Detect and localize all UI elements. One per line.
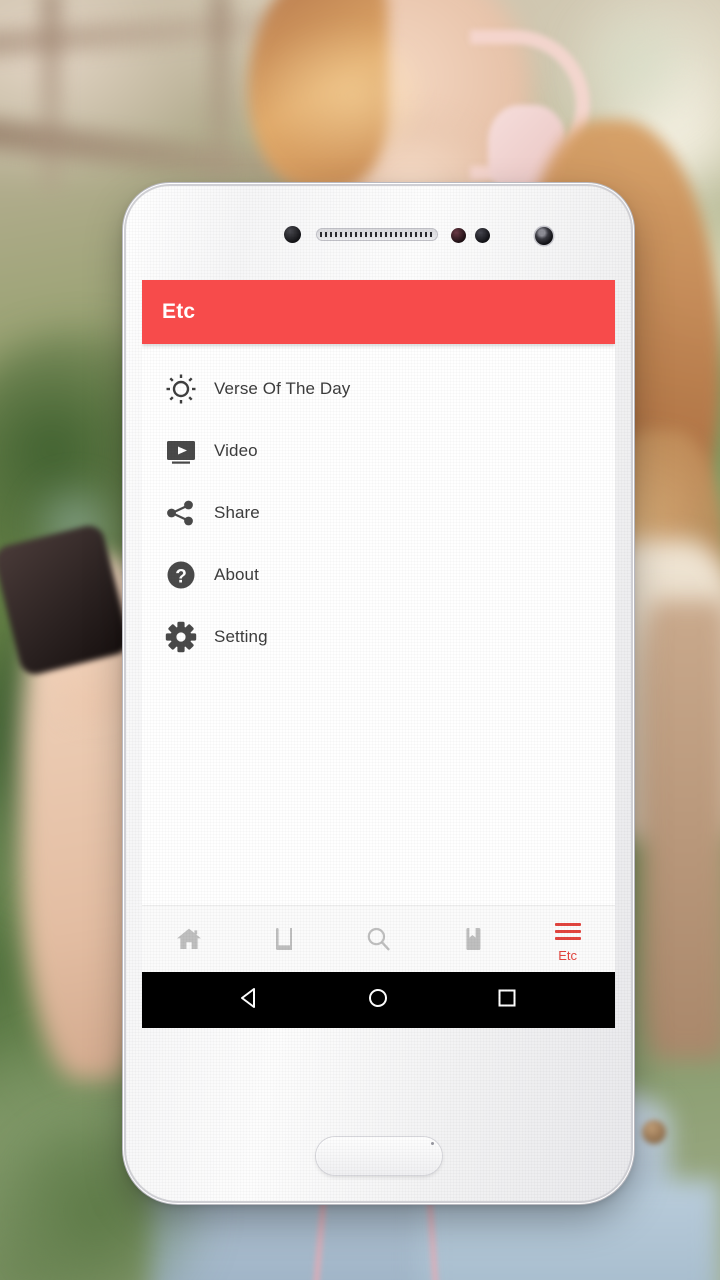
physical-home-button[interactable]: [315, 1137, 442, 1175]
bottom-tab-bar: Etc: [142, 905, 615, 972]
screenshot-root: Etc Verse Of The Day Video Share ? About…: [0, 0, 720, 1280]
menu-item-label: Video: [214, 441, 258, 460]
menu-item-label: Verse Of The Day: [214, 379, 351, 398]
menu-item-label: Share: [214, 503, 260, 522]
menu-item-setting[interactable]: Setting: [142, 606, 615, 668]
app-bar: Etc: [142, 280, 615, 344]
video-icon: [160, 430, 202, 472]
etc-menu-list: Verse Of The Day Video Share ? About Set…: [142, 344, 615, 905]
svg-text:?: ?: [175, 567, 187, 588]
front-sensors-icon: [451, 228, 490, 243]
device-screen: Etc Verse Of The Day Video Share ? About…: [142, 280, 615, 1028]
gear-icon: [160, 616, 202, 658]
bookmark-icon: [459, 924, 487, 954]
tab-book[interactable]: [237, 906, 332, 972]
android-navigation-bar: [142, 972, 615, 1028]
tab-etc-label: Etc: [558, 948, 578, 963]
recents-square-icon[interactable]: [494, 985, 520, 1016]
menu-item-label: Setting: [214, 627, 268, 646]
sun-icon: [160, 368, 202, 410]
search-icon: [364, 924, 392, 954]
share-icon: [160, 492, 202, 534]
home-icon: [175, 924, 203, 954]
back-triangle-icon[interactable]: [237, 985, 263, 1016]
front-camera-icon: [535, 227, 553, 245]
tab-search[interactable]: [331, 906, 426, 972]
smartphone-device: Etc Verse Of The Day Video Share ? About…: [126, 186, 631, 1201]
book-icon: [270, 924, 298, 954]
menu-item-verse-of-the-day[interactable]: Verse Of The Day: [142, 358, 615, 420]
tab-bookmark[interactable]: [426, 906, 521, 972]
menu-item-label: About: [214, 565, 259, 584]
menu-item-video[interactable]: Video: [142, 420, 615, 482]
earpiece-speaker-icon: [316, 228, 438, 241]
page-title: Etc: [162, 300, 196, 323]
hamburger-icon: [554, 916, 581, 946]
tab-etc[interactable]: Etc: [520, 906, 615, 972]
question-icon: ?: [160, 554, 202, 596]
home-circle-icon[interactable]: [365, 985, 391, 1016]
menu-item-about[interactable]: ? About: [142, 544, 615, 606]
menu-item-share[interactable]: Share: [142, 482, 615, 544]
proximity-sensor-icon: [284, 226, 301, 243]
device-top-bezel: [126, 200, 631, 252]
tab-home[interactable]: [142, 906, 237, 972]
